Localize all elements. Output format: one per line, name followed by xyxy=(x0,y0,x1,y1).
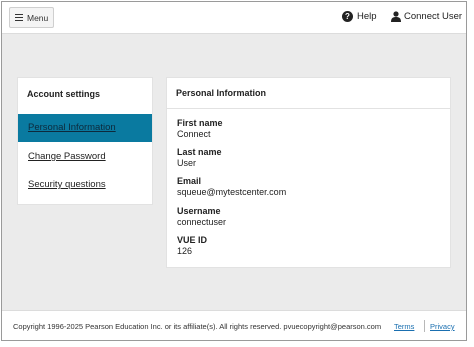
field-label: Last name xyxy=(177,147,222,157)
account-settings-card: Account settings Personal Information Ch… xyxy=(17,77,153,205)
field-value: squeue@mytestcenter.com xyxy=(177,187,287,197)
field-value: connectuser xyxy=(177,217,227,227)
privacy-link[interactable]: Privacy xyxy=(430,322,455,331)
hamburger-icon xyxy=(15,14,23,22)
personal-information-title: Personal Information xyxy=(167,78,450,109)
help-label: Help xyxy=(357,11,377,22)
field-label: Username xyxy=(177,206,221,216)
sidebar-item-change-password[interactable]: Change Password xyxy=(18,143,152,171)
sidebar-item-personal-information[interactable]: Personal Information xyxy=(18,114,152,142)
field-label: VUE ID xyxy=(177,235,208,245)
user-label: Connect User xyxy=(404,11,463,22)
account-settings-title: Account settings xyxy=(27,89,101,99)
field-label: First name xyxy=(177,118,223,128)
help-link[interactable]: ? Help xyxy=(342,11,377,22)
terms-link[interactable]: Terms xyxy=(394,322,414,331)
field-value: Connect xyxy=(177,129,211,139)
first-name-field: First name Connect xyxy=(177,118,223,140)
menu-label: Menu xyxy=(27,12,49,23)
top-bar: Menu ? Help Connect User xyxy=(2,2,466,34)
field-value: 126 xyxy=(177,246,193,256)
user-menu[interactable]: Connect User xyxy=(391,11,462,22)
app-frame: Menu ? Help Connect User Account setting… xyxy=(1,1,467,341)
username-field: Username connectuser xyxy=(177,206,226,228)
email-field: Email squeue@mytestcenter.com xyxy=(177,176,286,198)
last-name-field: Last name User xyxy=(177,147,222,169)
personal-information-card: Personal Information First name Connect … xyxy=(166,77,451,268)
footer: Copyright 1996-2025 Pearson Education In… xyxy=(2,310,466,340)
help-icon: ? xyxy=(342,11,353,22)
footer-divider xyxy=(424,320,425,332)
menu-button[interactable]: Menu xyxy=(9,7,54,28)
user-icon xyxy=(391,11,401,22)
copyright-text: Copyright 1996-2025 Pearson Education In… xyxy=(13,322,382,331)
field-value: User xyxy=(177,158,197,168)
field-label: Email xyxy=(177,176,202,186)
vue-id-field: VUE ID 126 xyxy=(177,235,207,257)
sidebar-item-security-questions[interactable]: Security questions xyxy=(18,171,152,199)
